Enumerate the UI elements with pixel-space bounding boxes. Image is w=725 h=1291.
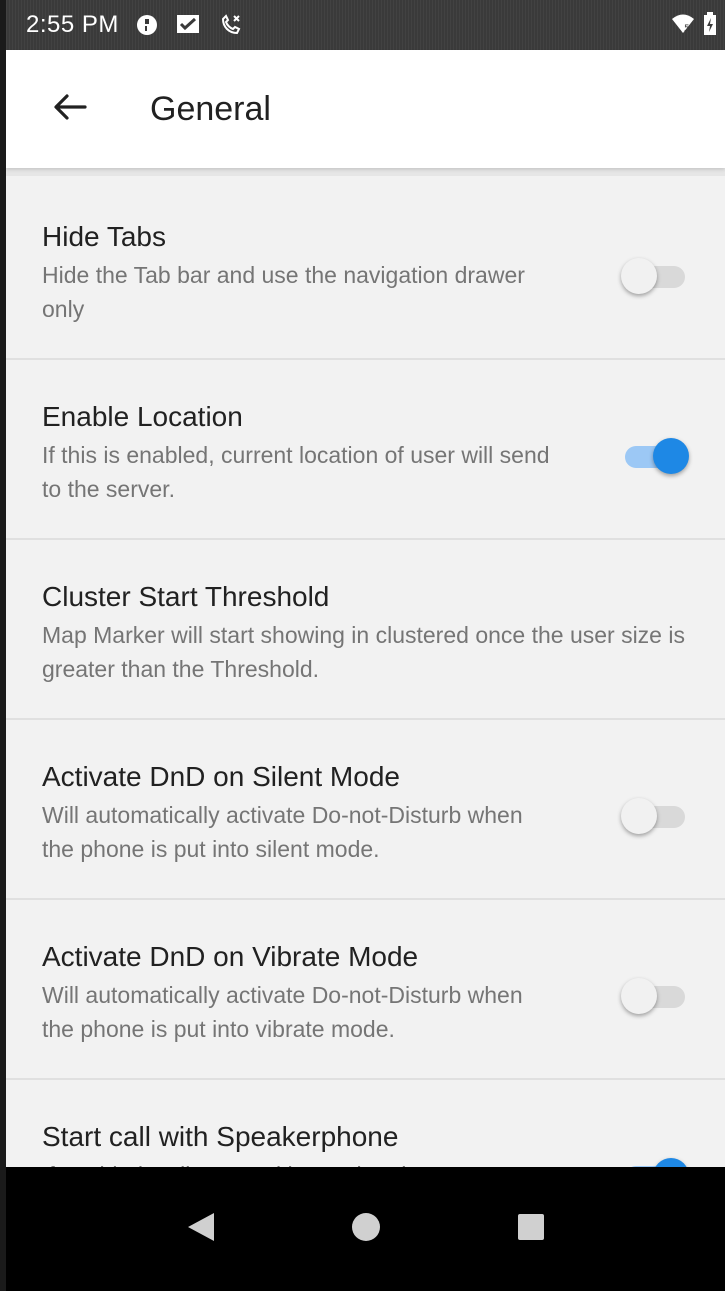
setting-subtitle: Will automatically activate Do-not-Distu… (42, 802, 523, 862)
dnd-silent-toggle[interactable] (621, 794, 689, 838)
page-title: General (150, 89, 271, 128)
status-time: 2:55 PM (26, 11, 119, 38)
settings-list: Hide Tabs Hide the Tab bar and use the n… (6, 180, 725, 1260)
data-saver-icon (135, 13, 159, 37)
setting-title: Enable Location (42, 401, 243, 432)
home-circle-icon (350, 1211, 382, 1248)
setting-title: Hide Tabs (42, 221, 167, 252)
battery-icon (703, 12, 717, 41)
hide-tabs-toggle[interactable] (621, 254, 689, 298)
setting-subtitle: Will automatically activate Do-not-Distu… (42, 982, 523, 1042)
toggle-thumb (621, 798, 657, 834)
setting-title: Activate DnD on Silent Mode (42, 761, 400, 792)
enable-location-toggle[interactable] (621, 434, 689, 478)
setting-dnd-vibrate[interactable]: Activate DnD on Vibrate Mode Will automa… (6, 900, 725, 1080)
dnd-vibrate-toggle[interactable] (621, 974, 689, 1018)
status-bar: 2:55 PM 5 (6, 0, 725, 50)
back-triangle-icon (186, 1211, 216, 1248)
arrow-left-icon (53, 93, 87, 126)
toggle-thumb (653, 438, 689, 474)
setting-subtitle: Map Marker will start showing in cluster… (42, 622, 685, 682)
status-right-icons: 5 (671, 12, 717, 41)
recents-square-icon (516, 1212, 546, 1247)
nav-back-button[interactable] (181, 1209, 221, 1249)
app-bar-shadow (6, 168, 725, 176)
setting-cluster-start-threshold[interactable]: Cluster Start Threshold Map Marker will … (6, 540, 725, 720)
setting-enable-location[interactable]: Enable Location If this is enabled, curr… (6, 360, 725, 540)
system-nav-bar (6, 1167, 725, 1291)
back-button[interactable] (40, 79, 100, 139)
nav-recents-button[interactable] (511, 1209, 551, 1249)
missed-call-icon (219, 13, 243, 37)
setting-title: Start call with Speakerphone (42, 1121, 399, 1152)
settings-screen: 2:55 PM 5 General Hide Tabs Hide the Tab… (0, 0, 725, 1291)
setting-title: Cluster Start Threshold (42, 581, 330, 612)
app-bar: General (6, 50, 725, 168)
nav-home-button[interactable] (346, 1209, 386, 1249)
toggle-thumb (621, 258, 657, 294)
toggle-thumb (621, 978, 657, 1014)
svg-text:5: 5 (684, 24, 690, 34)
message-check-icon (175, 13, 203, 37)
setting-title: Activate DnD on Vibrate Mode (42, 941, 419, 972)
setting-dnd-silent[interactable]: Activate DnD on Silent Mode Will automat… (6, 720, 725, 900)
wifi-icon: 5 (671, 13, 695, 40)
setting-subtitle: If this is enabled, current location of … (42, 442, 550, 502)
setting-hide-tabs[interactable]: Hide Tabs Hide the Tab bar and use the n… (6, 180, 725, 360)
setting-subtitle: Hide the Tab bar and use the navigation … (42, 262, 525, 322)
